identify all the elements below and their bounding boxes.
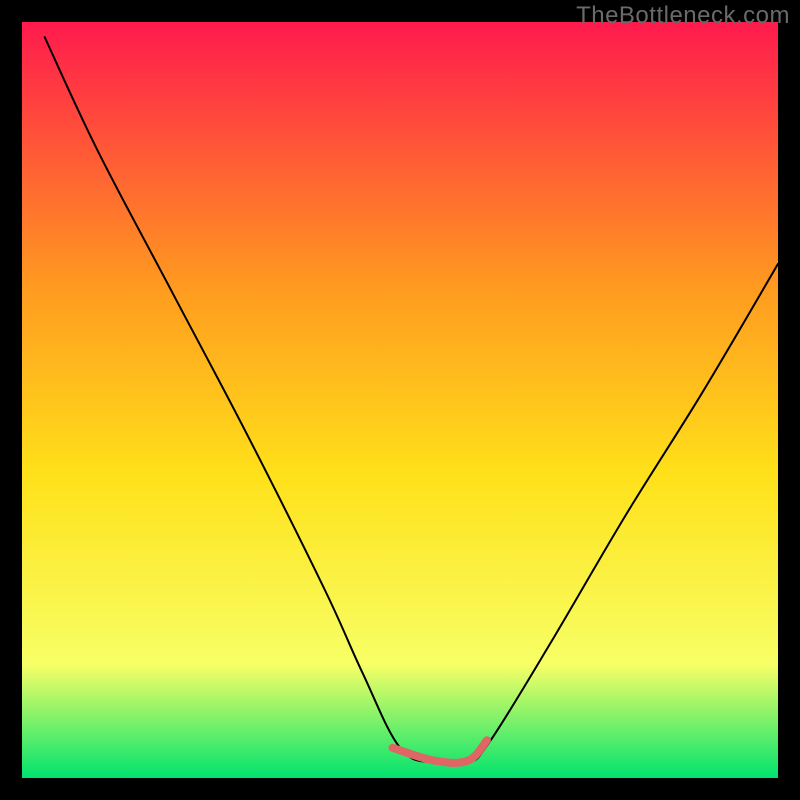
chart-background-gradient [22,22,778,778]
chart-container: TheBottleneck.com [0,0,800,800]
chart-svg [22,22,778,778]
chart-plot-area [22,22,778,778]
watermark-label: TheBottleneck.com [576,2,790,30]
